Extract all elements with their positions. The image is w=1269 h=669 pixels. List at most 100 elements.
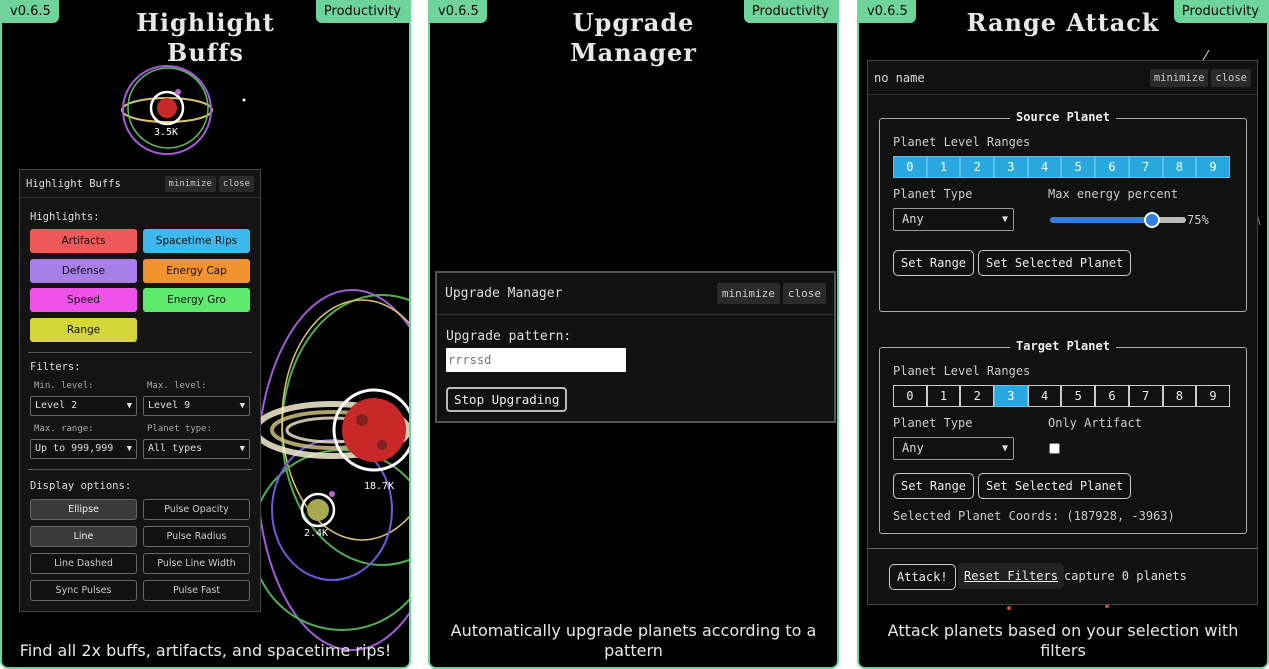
target-planet-type-select[interactable]: Any ▼ [893, 437, 1014, 460]
target-planet-legend: Target Planet [1010, 339, 1116, 353]
source-level-2[interactable]: 2 [960, 156, 995, 178]
target-level-8[interactable]: 8 [1162, 385, 1197, 407]
max-range-select[interactable]: Up to 999,999 ▼ [30, 439, 137, 459]
target-level-1[interactable]: 1 [926, 385, 961, 407]
display-option-pulse-radius[interactable]: Pulse Radius [143, 526, 250, 547]
filters-heading: Filters: [30, 361, 81, 373]
planet-type-label: Planet Type [893, 416, 973, 430]
close-button[interactable]: close [218, 175, 254, 192]
source-level-0[interactable]: 0 [893, 156, 927, 178]
source-level-6[interactable]: 6 [1095, 156, 1129, 178]
source-planet-type-select[interactable]: Any ▼ [893, 208, 1014, 231]
source-planet-section: Source Planet Planet Level Ranges 012345… [879, 110, 1247, 312]
target-planet-section: Target Planet Planet Level Ranges 012345… [879, 339, 1247, 534]
set-range-button[interactable]: Set Range [893, 473, 975, 499]
highlights-heading: Highlights: [30, 211, 100, 223]
window-title: Highlight Buffs [26, 177, 121, 190]
max-energy-slider[interactable] [1050, 212, 1186, 228]
source-level-7[interactable]: 7 [1128, 156, 1163, 178]
max-range-label: Max. range: [34, 424, 94, 434]
card-title-line-2: Manager [570, 38, 697, 67]
planet-energy-label: 18.7K [364, 481, 395, 492]
target-level-2[interactable]: 2 [960, 385, 995, 407]
version-badge: v0.6.5 [859, 0, 916, 23]
target-level-9[interactable]: 9 [1196, 385, 1230, 407]
window-titlebar[interactable]: Upgrade Manager minimize close [437, 273, 834, 315]
chevron-down-icon: ▼ [1001, 214, 1008, 225]
close-button[interactable]: close [1211, 68, 1251, 87]
chevron-down-icon: ▼ [126, 401, 132, 411]
source-level-9[interactable]: 9 [1196, 156, 1230, 178]
window-titlebar[interactable]: no name minimize close [868, 61, 1257, 95]
target-level-7[interactable]: 7 [1128, 385, 1163, 407]
plugin-card-range-attack[interactable]: v0.6.5 Productivity Range Attack no name… [857, 0, 1269, 669]
min-level-select[interactable]: Level 2 ▼ [30, 396, 137, 416]
planet-level-ranges-label: Planet Level Ranges [893, 135, 1031, 149]
stop-upgrading-button[interactable]: Stop Upgrading [446, 387, 568, 412]
version-badge: v0.6.5 [2, 0, 59, 23]
source-level-4[interactable]: 4 [1027, 156, 1062, 178]
target-level-0[interactable]: 0 [893, 385, 927, 407]
divider [28, 469, 252, 470]
slider-handle[interactable] [1144, 212, 1160, 228]
source-level-3[interactable]: 3 [994, 156, 1028, 178]
target-level-6[interactable]: 6 [1095, 385, 1129, 407]
highlight-toggle-energy-gro[interactable]: Energy Gro [143, 288, 250, 312]
set-selected-planet-button[interactable]: Set Selected Planet [978, 473, 1132, 499]
card-title-line-2: Buffs [167, 38, 244, 67]
max-level-value: Level 9 [148, 400, 191, 411]
chevron-down-icon: ▼ [239, 401, 245, 411]
minimize-button[interactable]: minimize [164, 175, 216, 192]
target-level-3[interactable]: 3 [994, 385, 1028, 407]
target-level-range-picker: 0123456789 [893, 385, 1230, 407]
highlight-toggle-artifacts[interactable]: Artifacts [30, 229, 137, 253]
max-level-select[interactable]: Level 9 ▼ [143, 396, 250, 416]
capture-count-text: capture 0 planets [1064, 569, 1187, 583]
minimize-button[interactable]: minimize [716, 283, 780, 304]
max-energy-label: Max energy percent [1048, 187, 1179, 201]
highlight-toggle-energy-cap[interactable]: Energy Cap [143, 258, 250, 283]
selected-planet-coords: Selected Planet Coords: (187928, -3963) [893, 509, 1175, 523]
only-artifact-checkbox[interactable] [1049, 443, 1060, 454]
attack-button[interactable]: Attack! [889, 564, 956, 590]
target-level-4[interactable]: 4 [1027, 385, 1062, 407]
planet-type-value: All types [148, 443, 203, 454]
source-level-1[interactable]: 1 [926, 156, 961, 178]
planet-type-select[interactable]: All types ▼ [143, 439, 250, 459]
max-level-label: Max. level: [147, 381, 207, 391]
plugin-card-upgrade-manager[interactable]: v0.6.5 Productivity Upgrade Manager Upgr… [428, 0, 839, 669]
set-selected-planet-button[interactable]: Set Selected Planet [978, 250, 1132, 276]
max-range-value: Up to 999,999 [35, 443, 114, 454]
display-option-line[interactable]: Line [30, 526, 137, 547]
upgrade-pattern-label: Upgrade pattern: [446, 329, 572, 344]
slider-fill [1050, 217, 1152, 223]
highlight-toggle-range[interactable]: Range [30, 317, 137, 342]
display-option-pulse-line-width[interactable]: Pulse Line Width [143, 553, 250, 574]
reset-filters-button[interactable]: Reset Filters [958, 563, 1064, 589]
source-level-range-picker: 0123456789 [893, 156, 1230, 178]
window-title: Upgrade Manager [445, 286, 563, 301]
highlight-toggle-spacetime-rips[interactable]: Spacetime Rips [143, 229, 250, 253]
window-titlebar[interactable]: Highlight Buffs minimize close [20, 170, 260, 198]
target-planet-type-value: Any [902, 441, 924, 455]
display-option-sync-pulses[interactable]: Sync Pulses [30, 580, 137, 601]
highlight-toggle-speed[interactable]: Speed [30, 288, 137, 312]
window-footer: Attack! Reset Filters capture 0 planets [868, 548, 1257, 604]
display-option-pulse-opacity[interactable]: Pulse Opacity [143, 499, 250, 520]
planet-type-label: Planet Type [893, 187, 973, 201]
highlight-toggle-defense[interactable]: Defense [30, 258, 137, 283]
display-option-ellipse[interactable]: Ellipse [30, 499, 137, 520]
target-level-5[interactable]: 5 [1061, 385, 1096, 407]
display-option-line-dashed[interactable]: Line Dashed [30, 553, 137, 574]
display-option-pulse-fast[interactable]: Pulse Fast [143, 580, 250, 601]
set-range-button[interactable]: Set Range [893, 250, 975, 276]
minimize-button[interactable]: minimize [1149, 68, 1209, 87]
plugin-card-highlight-buffs[interactable]: v0.6.5 Productivity Highlight Buffs 3.5K… [0, 0, 411, 669]
category-badge: Productivity [1173, 0, 1267, 23]
source-level-5[interactable]: 5 [1061, 156, 1096, 178]
source-level-8[interactable]: 8 [1162, 156, 1197, 178]
upgrade-pattern-input[interactable] [446, 348, 626, 372]
close-button[interactable]: close [782, 283, 826, 304]
planet-energy-label: 3.5K [154, 127, 179, 138]
category-badge: Productivity [743, 0, 837, 23]
